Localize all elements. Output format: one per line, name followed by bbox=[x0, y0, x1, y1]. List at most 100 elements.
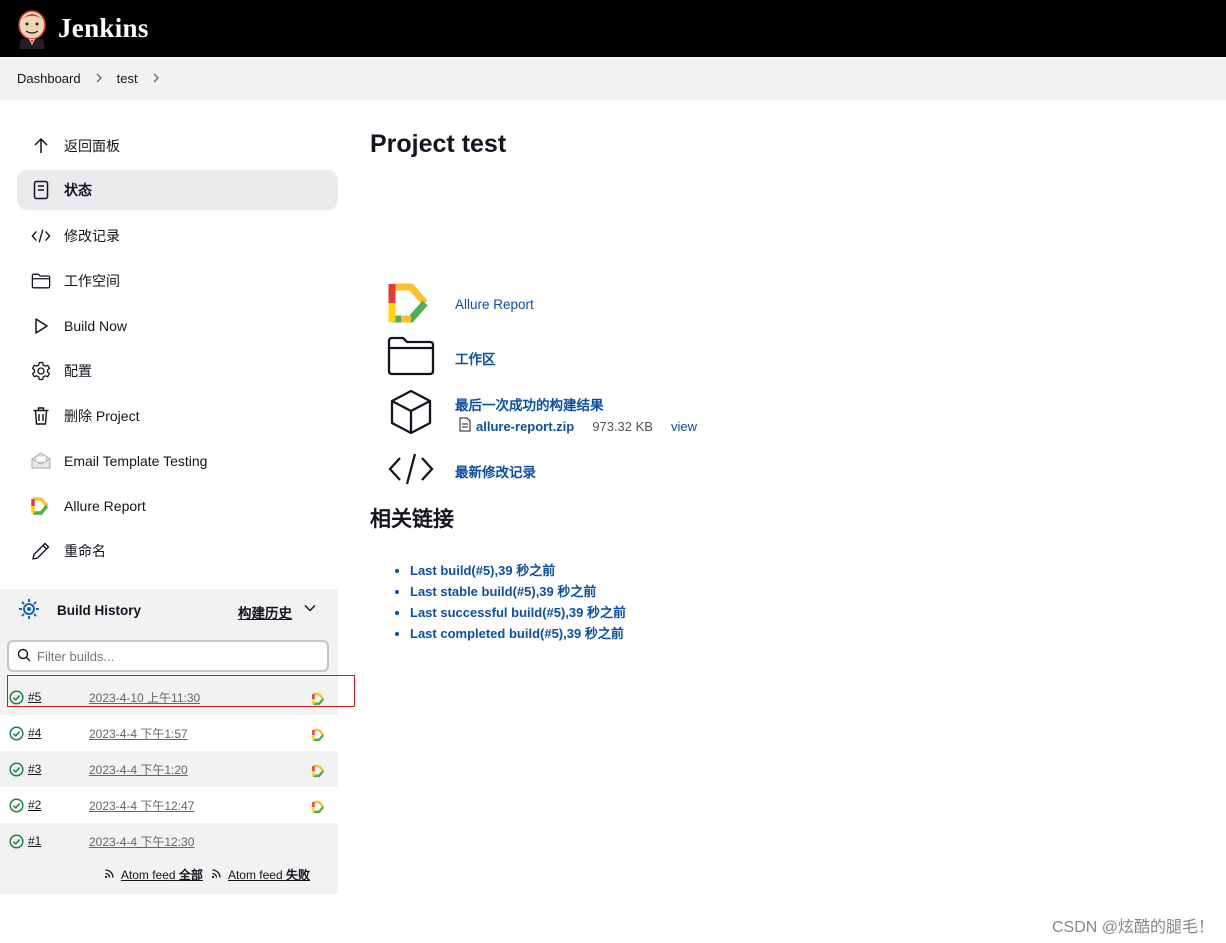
allure-report-link[interactable]: Allure Report bbox=[455, 297, 534, 312]
list-item: Last successful build(#5),39 秒之前 bbox=[410, 602, 626, 623]
build-history-icon bbox=[18, 598, 40, 623]
build-row-1[interactable]: #1 2023-4-4 下午12:30 bbox=[0, 823, 338, 859]
build-date-link[interactable]: 2023-4-4 下午1:57 bbox=[89, 725, 188, 742]
permalinks-list: Last build(#5),39 秒之前 Last stable build(… bbox=[394, 560, 626, 644]
build-history-panel: Build History 构建历史 #5 2023-4-10 上午11:30 … bbox=[0, 589, 338, 894]
rss-icon bbox=[211, 866, 224, 882]
sidebar-item-workspace[interactable]: 工作空间 bbox=[17, 258, 338, 303]
build-history-title: Build History bbox=[57, 602, 142, 618]
build-date-link[interactable]: 2023-4-4 下午1:20 bbox=[89, 761, 188, 778]
build-number-link[interactable]: #1 bbox=[28, 834, 41, 848]
allure-icon[interactable] bbox=[312, 764, 326, 781]
breadcrumb-dashboard[interactable]: Dashboard bbox=[17, 71, 81, 86]
recent-changes-link-row[interactable]: 最新修改记录 bbox=[387, 451, 536, 490]
chevron-down-icon[interactable] bbox=[303, 601, 317, 618]
selection-highlight-box bbox=[7, 675, 355, 707]
build-trend-link[interactable]: 构建历史 bbox=[238, 602, 292, 622]
sidebar-item-changes[interactable]: 修改记录 bbox=[17, 213, 338, 258]
allure-icon[interactable] bbox=[312, 800, 326, 817]
permalink-last-successful-build[interactable]: Last successful build(#5),39 秒之前 bbox=[410, 605, 626, 620]
atom-feed-label: Atom feed bbox=[120, 867, 176, 882]
success-check-icon bbox=[9, 834, 24, 852]
sidebar-item-status[interactable]: 状态 bbox=[17, 170, 338, 210]
build-row-2[interactable]: #2 2023-4-4 下午12:47 bbox=[0, 787, 338, 823]
sidebar-item-configure[interactable]: 配置 bbox=[17, 348, 338, 393]
workspace-link[interactable]: 工作区 bbox=[455, 348, 496, 368]
sidebar-item-label: 配置 bbox=[64, 362, 92, 379]
list-item: Last stable build(#5),39 秒之前 bbox=[410, 581, 626, 602]
code-icon bbox=[31, 226, 51, 246]
chevron-right-icon bbox=[95, 71, 103, 86]
atom-feed-failed-label: 失败 bbox=[285, 867, 310, 882]
play-icon bbox=[31, 316, 51, 336]
sidebar-item-label: 删除 Project bbox=[64, 407, 140, 424]
list-item: Last build(#5),39 秒之前 bbox=[410, 560, 626, 581]
list-item: Last completed build(#5),39 秒之前 bbox=[410, 623, 626, 644]
sidebar-tasks: 返回面板 状态 修改记录 工作空间 Build Now 配置 删除 Projec… bbox=[17, 123, 338, 573]
jenkins-logo-icon[interactable] bbox=[16, 9, 48, 49]
brand-name[interactable]: Jenkins bbox=[58, 13, 149, 44]
permalink-last-completed-build[interactable]: Last completed build(#5),39 秒之前 bbox=[410, 626, 624, 641]
sidebar-item-build-now[interactable]: Build Now bbox=[17, 303, 338, 348]
permalink-last-stable-build[interactable]: Last stable build(#5),39 秒之前 bbox=[410, 584, 596, 599]
sidebar-item-back-to-dashboard[interactable]: 返回面板 bbox=[17, 123, 338, 168]
watermark: CSDN @炫酷的腿毛！ bbox=[1051, 919, 1214, 936]
sidebar-item-label: Allure Report bbox=[64, 497, 146, 514]
success-check-icon bbox=[9, 726, 24, 744]
document-icon bbox=[31, 180, 51, 200]
build-date-link[interactable]: 2023-4-4 下午12:30 bbox=[89, 833, 194, 850]
file-icon bbox=[459, 417, 471, 435]
page-title: Project test bbox=[370, 130, 507, 158]
folder-icon[interactable] bbox=[387, 336, 435, 379]
atom-feed-label: Atom feed bbox=[227, 867, 283, 882]
artifact-row: allure-report.zip 973.32 KB view bbox=[459, 417, 697, 435]
atom-feed-failed-link[interactable]: Atom feed 失败 bbox=[228, 866, 310, 883]
allure-report-link-row[interactable]: Allure Report bbox=[387, 281, 534, 328]
sidebar-item-label: 状态 bbox=[64, 182, 92, 198]
build-row-3[interactable]: #3 2023-4-4 下午1:20 bbox=[0, 751, 338, 787]
folder-icon bbox=[31, 271, 51, 291]
sidebar-item-rename[interactable]: 重命名 bbox=[17, 528, 338, 573]
sidebar-item-label: Email Template Testing bbox=[64, 452, 208, 469]
sidebar-item-label: 返回面板 bbox=[64, 137, 120, 154]
pencil-icon bbox=[31, 541, 51, 561]
breadcrumb: Dashboard test bbox=[0, 57, 1226, 100]
workspace-link-row[interactable]: 工作区 bbox=[387, 336, 496, 379]
success-check-icon bbox=[9, 762, 24, 780]
recent-changes-link[interactable]: 最新修改记录 bbox=[455, 461, 536, 481]
breadcrumb-test[interactable]: test bbox=[117, 71, 138, 86]
chevron-right-icon[interactable] bbox=[152, 71, 160, 86]
search-icon bbox=[17, 648, 31, 665]
code-icon[interactable] bbox=[387, 451, 435, 490]
arrow-up-icon bbox=[31, 136, 51, 156]
sidebar-item-label: Build Now bbox=[64, 317, 128, 334]
last-success-link[interactable]: 最后一次成功的构建结果 bbox=[455, 394, 604, 414]
sidebar-item-email-template-testing[interactable]: Email Template Testing bbox=[17, 438, 338, 483]
artifact-view-link[interactable]: view bbox=[671, 419, 697, 434]
rss-icon bbox=[104, 866, 117, 882]
sidebar-item-label: 修改记录 bbox=[64, 227, 120, 244]
main-panel: Project test bbox=[370, 130, 506, 159]
gear-icon bbox=[31, 361, 51, 381]
package-icon[interactable] bbox=[387, 389, 435, 438]
envelope-icon bbox=[31, 451, 51, 471]
build-date-link[interactable]: 2023-4-4 下午12:47 bbox=[89, 797, 194, 814]
build-history-header: Build History 构建历史 bbox=[0, 589, 338, 631]
allure-icon[interactable] bbox=[387, 281, 433, 328]
atom-feeds: Atom feed 全部 Atom feed 失败 bbox=[0, 855, 338, 893]
build-number-link[interactable]: #2 bbox=[28, 798, 41, 812]
filter-builds-input[interactable] bbox=[37, 648, 307, 664]
allure-icon[interactable] bbox=[312, 728, 326, 745]
artifact-link[interactable]: allure-report.zip bbox=[476, 419, 574, 434]
build-number-link[interactable]: #4 bbox=[28, 726, 41, 740]
top-header: Jenkins bbox=[0, 0, 1226, 57]
allure-icon bbox=[31, 496, 51, 516]
sidebar-item-allure-report[interactable]: Allure Report bbox=[17, 483, 338, 528]
build-row-4[interactable]: #4 2023-4-4 下午1:57 bbox=[0, 715, 338, 751]
atom-feed-all-link[interactable]: Atom feed 全部 bbox=[121, 866, 203, 883]
permalink-last-build[interactable]: Last build(#5),39 秒之前 bbox=[410, 563, 555, 578]
sidebar-item-label: 重命名 bbox=[64, 542, 106, 559]
filter-builds-field[interactable] bbox=[7, 640, 329, 672]
build-number-link[interactable]: #3 bbox=[28, 762, 41, 776]
sidebar-item-delete-project[interactable]: 删除 Project bbox=[17, 393, 338, 438]
